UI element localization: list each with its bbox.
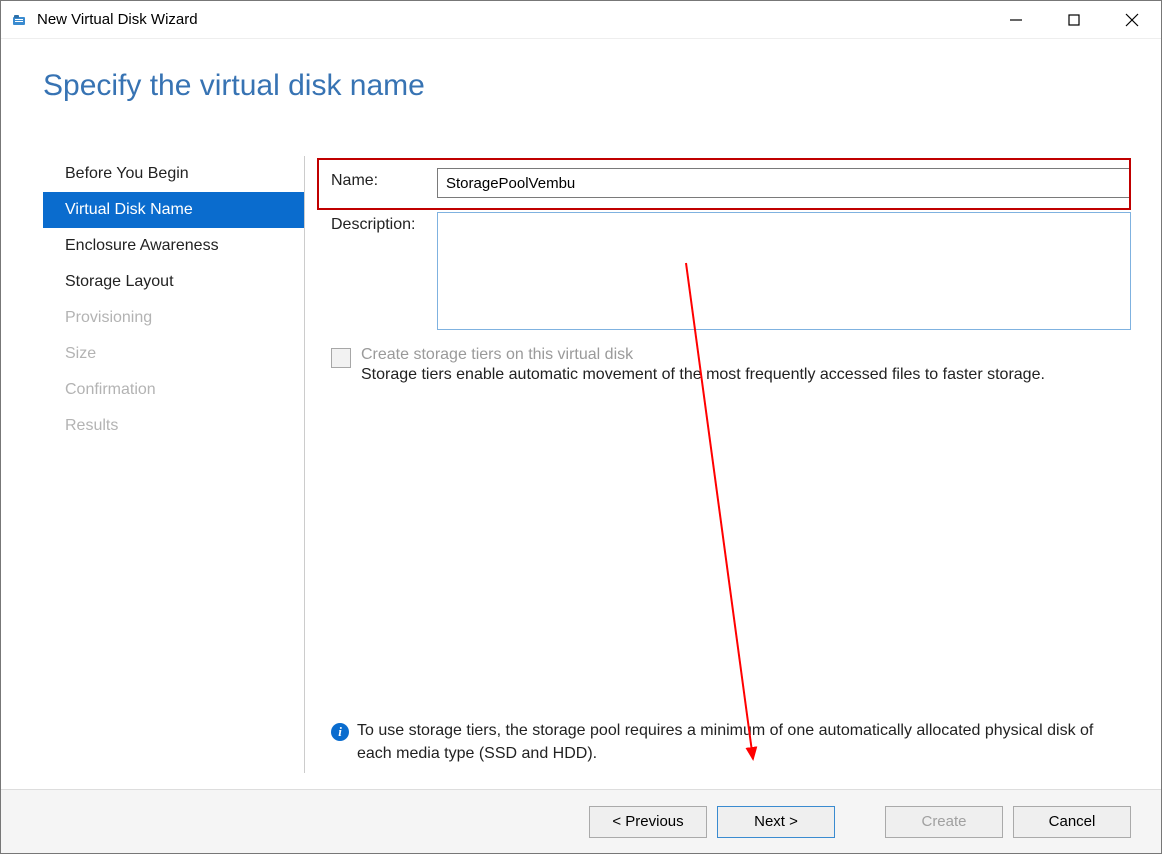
step-size: Size [43, 336, 304, 372]
info-icon: i [331, 723, 349, 741]
step-storage-layout[interactable]: Storage Layout [43, 264, 304, 300]
minimize-button[interactable] [987, 1, 1045, 39]
step-results: Results [43, 408, 304, 444]
maximize-button[interactable] [1045, 1, 1103, 39]
storage-tiers-checkbox [331, 348, 351, 368]
main-panel: Name: Description: Create storage tiers … [305, 156, 1131, 773]
storage-tiers-checkbox-desc: Storage tiers enable automatic movement … [361, 364, 1131, 386]
wizard-window: New Virtual Disk Wizard Specify the virt… [0, 0, 1162, 854]
step-enclosure-awareness[interactable]: Enclosure Awareness [43, 228, 304, 264]
step-provisioning: Provisioning [43, 300, 304, 336]
create-button: Create [885, 806, 1003, 838]
step-virtual-disk-name[interactable]: Virtual Disk Name [43, 192, 304, 228]
titlebar-controls [987, 1, 1161, 39]
description-label: Description: [331, 212, 437, 234]
titlebar: New Virtual Disk Wizard [1, 1, 1161, 39]
footer: < Previous Next > Create Cancel [1, 789, 1161, 853]
info-message: i To use storage tiers, the storage pool… [331, 720, 1131, 765]
step-before-you-begin[interactable]: Before You Begin [43, 156, 304, 192]
close-button[interactable] [1103, 1, 1161, 39]
app-icon [11, 11, 29, 29]
storage-tiers-option: Create storage tiers on this virtual dis… [331, 346, 1131, 386]
step-confirmation: Confirmation [43, 372, 304, 408]
cancel-button[interactable]: Cancel [1013, 806, 1131, 838]
page-heading: Specify the virtual disk name [1, 39, 1161, 103]
body-area: Before You Begin Virtual Disk Name Enclo… [43, 156, 1131, 773]
wizard-steps-sidebar: Before You Begin Virtual Disk Name Enclo… [43, 156, 305, 773]
info-text: To use storage tiers, the storage pool r… [357, 720, 1131, 765]
name-label: Name: [331, 168, 437, 190]
name-input[interactable] [437, 168, 1131, 198]
description-input[interactable] [437, 212, 1131, 330]
storage-tiers-checkbox-label: Create storage tiers on this virtual dis… [361, 346, 1131, 364]
previous-button[interactable]: < Previous [589, 806, 707, 838]
next-button[interactable]: Next > [717, 806, 835, 838]
window-title: New Virtual Disk Wizard [37, 11, 198, 28]
